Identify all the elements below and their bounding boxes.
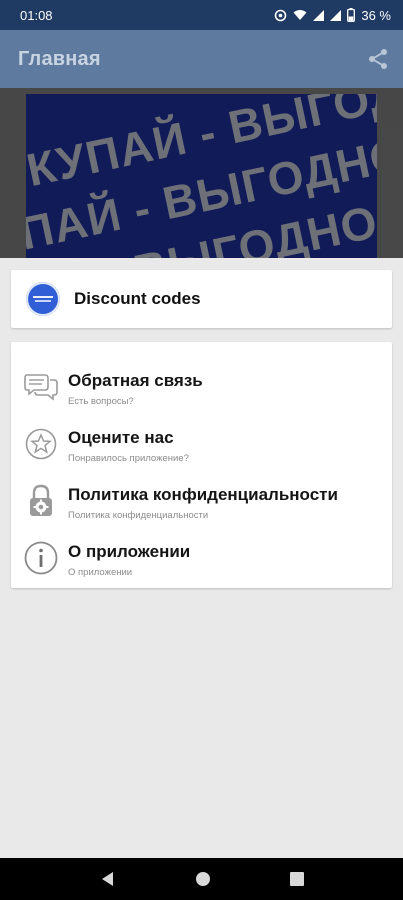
star-icon	[24, 427, 58, 461]
wifi-icon	[293, 10, 307, 20]
chat-bubbles-icon	[24, 370, 58, 404]
battery-icon	[347, 8, 356, 22]
discount-codes-card[interactable]: Discount codes	[11, 270, 392, 328]
signal-icon	[313, 9, 325, 21]
menu-item-subtitle: Политика конфиденциальности	[68, 510, 209, 521]
menu-item-subtitle: О приложении	[68, 567, 133, 578]
menu-item-title: Оцените нас	[68, 428, 174, 447]
discount-codes-label: Discount codes	[74, 289, 201, 308]
menu-item-feedback[interactable]: Обратная связь Есть вопросы?	[11, 364, 392, 421]
menu-item-title: Политика конфиденциальности	[68, 485, 338, 504]
menu-item-rate[interactable]: Оцените нас Понравилось приложение?	[11, 421, 392, 478]
status-time: 01:08	[20, 7, 53, 23]
share-icon[interactable]	[367, 48, 389, 70]
app-bar: Главная	[0, 30, 403, 88]
system-nav-bar	[0, 858, 403, 900]
home-icon[interactable]	[195, 871, 211, 887]
recents-icon[interactable]	[289, 872, 304, 886]
menu-item-subtitle: Есть вопросы?	[68, 396, 134, 407]
lock-gear-icon	[24, 484, 58, 518]
menu-card: Обратная связь Есть вопросы? Оцените нас…	[11, 342, 392, 588]
main-content: ОКУПАЙ - ВЫГОДНО ПО УПАЙ - ВЫГОДНО ПОК П…	[0, 88, 403, 258]
menu-item-subtitle: Понравилось приложение?	[68, 453, 189, 464]
battery-percent: 36 %	[361, 7, 391, 23]
page-title: Главная	[18, 47, 101, 70]
menu-item-title: Обратная связь	[68, 371, 203, 390]
menu-item-title: О приложении	[68, 542, 191, 561]
menu-item-about[interactable]: О приложении О приложении	[11, 535, 392, 592]
menu-item-privacy[interactable]: Политика конфиденциальности Политика кон…	[11, 478, 392, 535]
status-bar: 01:08 36 %	[0, 0, 403, 30]
signal-icon-2	[330, 9, 342, 21]
bottom-sheet: Discount codes Обратная связь Есть вопро…	[0, 258, 403, 858]
info-icon	[24, 541, 58, 575]
app-logo-icon	[26, 282, 60, 316]
dim-scrim[interactable]	[0, 88, 403, 258]
status-icons: 36 %	[274, 8, 391, 23]
vpn-icon	[275, 9, 287, 21]
back-icon[interactable]	[100, 871, 116, 887]
